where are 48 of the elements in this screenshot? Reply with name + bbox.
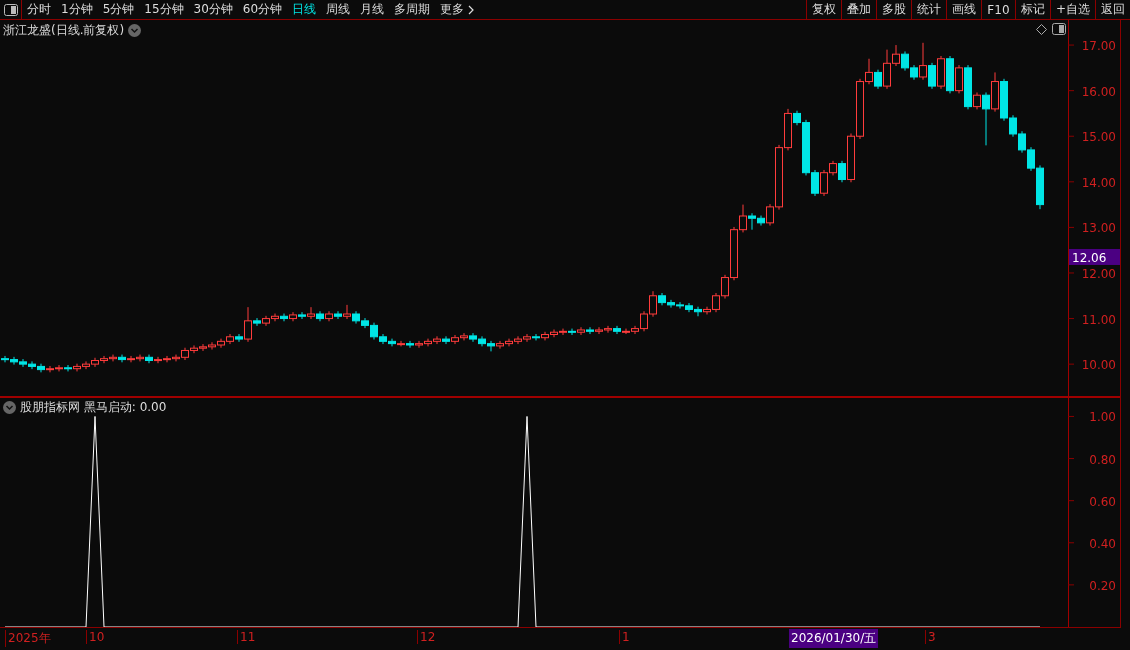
- axis-label: 17.00: [1081, 39, 1116, 54]
- period-tab[interactable]: 1分钟: [56, 0, 98, 19]
- period-tab[interactable]: 周线: [321, 0, 356, 19]
- period-tab[interactable]: 多周期: [389, 0, 436, 19]
- date-label: 10: [86, 630, 105, 644]
- indicator-legend: 股朋指标网 黑马启动: 0.00: [20, 399, 167, 416]
- toolbar-button[interactable]: 画线: [945, 0, 981, 19]
- toolbar-button[interactable]: 标记: [1014, 0, 1050, 19]
- period-tab[interactable]: 5分钟: [97, 0, 140, 19]
- axis-label: 11.00: [1081, 312, 1116, 327]
- more-button[interactable]: 更多: [435, 0, 480, 19]
- axis-label: 0.60: [1089, 494, 1116, 509]
- period-tab[interactable]: 30分钟: [188, 0, 238, 19]
- period-tab[interactable]: 分时: [22, 0, 56, 19]
- toolbar-button[interactable]: 统计: [910, 0, 946, 19]
- axis-label: 12.00: [1081, 267, 1116, 281]
- toolbar-button[interactable]: +自选: [1049, 0, 1095, 19]
- chevron-icon: [468, 4, 475, 15]
- toolbar-button[interactable]: 叠加: [840, 0, 876, 19]
- dropdown-icon[interactable]: [128, 24, 142, 37]
- date-label: 3: [925, 630, 936, 644]
- date-cursor-label: 2026/01/30/五: [789, 629, 879, 648]
- axis-label: 0.40: [1089, 536, 1116, 551]
- period-tab[interactable]: 日线: [287, 0, 322, 19]
- axis-label: 15.00: [1081, 130, 1116, 145]
- date-label: 2025年: [5, 630, 51, 647]
- axis-label: 13.00: [1081, 221, 1116, 236]
- axis-label: 10.00: [1081, 358, 1116, 373]
- axis-label: 0.20: [1089, 578, 1116, 593]
- panel-toggle-icon[interactable]: [1052, 23, 1066, 35]
- diamond-icon[interactable]: [1036, 24, 1047, 35]
- period-tab[interactable]: 15分钟: [139, 0, 189, 19]
- period-tab[interactable]: 月线: [355, 0, 390, 19]
- period-tab[interactable]: 60分钟: [237, 0, 288, 19]
- price-cursor-label: 12.06: [1069, 249, 1120, 265]
- toolbar-button[interactable]: 复权: [805, 0, 841, 19]
- chart-title: 浙江龙盛(日线.前复权): [3, 22, 125, 39]
- toolbar-button[interactable]: F10: [980, 0, 1015, 19]
- toolbar-button[interactable]: 返回: [1095, 0, 1130, 19]
- date-label: 1: [619, 630, 630, 644]
- date-label: 11: [237, 630, 256, 644]
- date-label: 12: [417, 630, 436, 644]
- axis-label: 14.00: [1081, 175, 1116, 190]
- axis-label: 0.80: [1089, 452, 1116, 467]
- axis-label: 1.00: [1089, 410, 1116, 425]
- axis-label: 16.00: [1081, 84, 1116, 99]
- dropdown-icon[interactable]: [3, 401, 16, 414]
- toolbar-button[interactable]: 多股: [875, 0, 911, 19]
